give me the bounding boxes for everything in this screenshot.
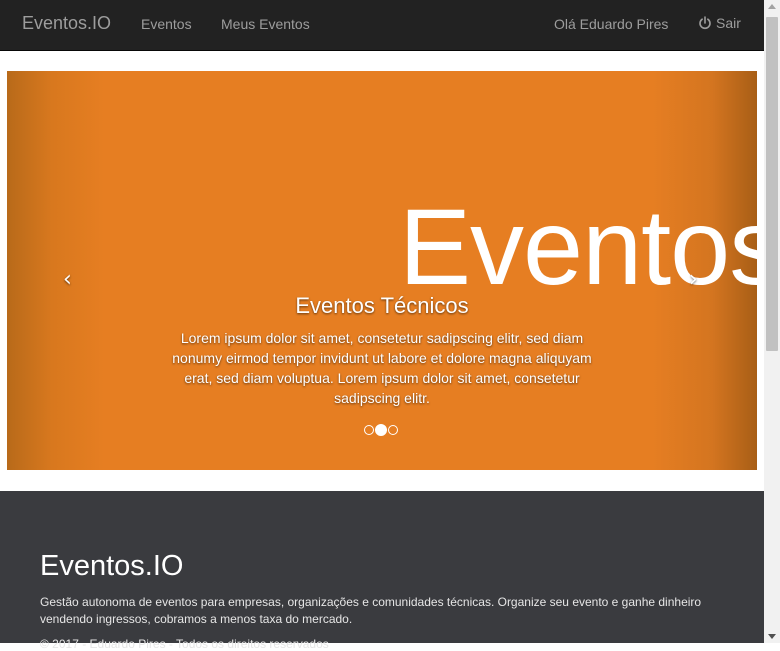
caption-text: Lorem ipsum dolor sit amet, consetetur s… (172, 330, 592, 406)
power-icon (699, 16, 711, 30)
carousel-indicators (364, 424, 398, 436)
scroll-thumb[interactable] (766, 17, 778, 351)
carousel-prev-icon[interactable]: ‹ (63, 267, 72, 292)
scroll-down-arrow-icon[interactable] (768, 634, 776, 639)
footer-title: Eventos.IO (40, 550, 184, 582)
events-carousel: Eventos ‹ › Eventos Técnicos Lorem ipsum… (7, 71, 757, 470)
footer-jumbotron: Eventos.IO Gestão autonoma de eventos pa… (0, 491, 764, 651)
user-greeting-link[interactable]: Olá Eduardo Pires (554, 16, 668, 32)
carousel-indicator-dot[interactable] (388, 425, 398, 435)
slide-image-text: Eventos (399, 186, 757, 307)
top-navbar: Eventos.IO Eventos Meus Eventos Olá Edua… (0, 0, 764, 51)
logout-label: Sair (716, 15, 741, 31)
carousel-indicator-dot[interactable] (375, 424, 387, 436)
nav-link-eventos[interactable]: Eventos (141, 16, 192, 32)
nav-link-meus-eventos[interactable]: Meus Eventos (221, 16, 310, 32)
brand-link[interactable]: Eventos.IO (22, 13, 111, 34)
carousel-indicator-dot[interactable] (364, 425, 374, 435)
page-scrollbar[interactable] (764, 0, 780, 643)
footer-description: Gestão autonoma de eventos para empresas… (40, 595, 702, 626)
caption-title: Eventos Técnicos (295, 293, 469, 318)
logout-link[interactable]: Sair (698, 15, 741, 31)
footer-copyright: © 2017 - Eduardo Pires - Todos os direit… (40, 637, 329, 651)
slide-caption: Eventos Técnicos Lorem ipsum dolor sit a… (167, 293, 597, 408)
carousel-next-icon[interactable]: › (689, 267, 698, 292)
scroll-up-arrow-icon[interactable] (768, 4, 776, 9)
